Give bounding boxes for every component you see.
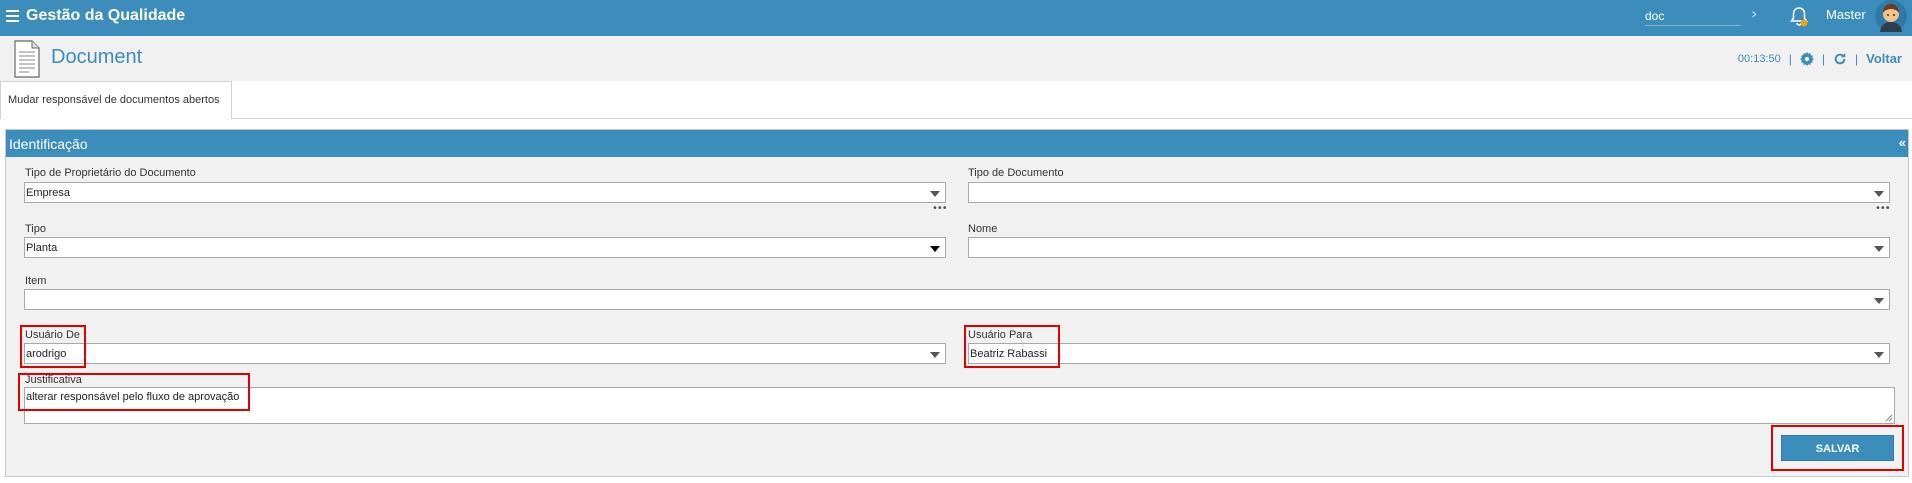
tab-bar: Mudar responsável de documentos abertos xyxy=(0,81,1912,119)
user-from-select[interactable]: arodrigo xyxy=(24,343,946,364)
highlight-box xyxy=(964,325,1060,368)
owner-type-label: Tipo de Proprietário do Documento xyxy=(25,167,196,179)
page-toolbar: 00:13:50 | | | Voltar xyxy=(1738,51,1902,66)
highlight-box xyxy=(18,373,250,411)
document-icon xyxy=(14,40,40,78)
refresh-icon[interactable] xyxy=(1833,52,1847,66)
back-link[interactable]: Voltar xyxy=(1866,51,1902,66)
gear-icon[interactable] xyxy=(1799,51,1814,66)
chevron-right-icon[interactable]: › xyxy=(1751,4,1757,23)
search-input[interactable] xyxy=(1645,6,1741,25)
app-title: Gestão da Qualidade xyxy=(26,7,186,24)
user-name[interactable]: Master xyxy=(1826,7,1866,22)
highlight-box xyxy=(1771,425,1904,471)
chevron-down-icon xyxy=(930,246,940,252)
avatar[interactable] xyxy=(1875,0,1907,32)
collapse-icon[interactable]: « xyxy=(1899,135,1906,150)
user-to-select[interactable]: Beatriz Rabassi xyxy=(968,343,1890,364)
divider: | xyxy=(1788,51,1792,66)
more-icon[interactable]: ••• xyxy=(1875,203,1891,214)
divider: | xyxy=(1854,51,1859,66)
tipo-label: Tipo xyxy=(25,223,46,235)
chevron-down-icon xyxy=(1874,298,1884,304)
nome-label: Nome xyxy=(968,223,998,235)
item-label: Item xyxy=(25,275,47,287)
highlight-box xyxy=(20,325,86,368)
search-box[interactable] xyxy=(1645,6,1741,26)
tab-change-responsible[interactable]: Mudar responsável de documentos abertos xyxy=(0,81,232,119)
owner-type-select[interactable]: Empresa xyxy=(24,182,946,203)
nome-select[interactable] xyxy=(968,237,1890,258)
owner-type-value: Empresa xyxy=(26,187,71,199)
panel-header: Identificação « xyxy=(6,130,1908,157)
tipo-select[interactable]: Planta xyxy=(24,237,946,258)
chevron-down-icon xyxy=(930,191,940,197)
page-title: Document xyxy=(51,46,143,68)
justification-textarea[interactable]: alterar responsável pelo fluxo de aprova… xyxy=(24,387,1895,424)
doc-type-label: Tipo de Documento xyxy=(968,167,1064,179)
resize-handle-icon[interactable] xyxy=(1885,414,1893,422)
top-bar: Gestão da Qualidade › Master xyxy=(0,0,1912,36)
bell-icon[interactable] xyxy=(1789,5,1809,29)
chevron-down-icon xyxy=(1874,191,1884,197)
chevron-down-icon xyxy=(1874,352,1884,358)
doc-type-select[interactable] xyxy=(968,182,1890,203)
session-timer: 00:13:50 xyxy=(1737,52,1781,65)
item-select[interactable] xyxy=(24,289,1890,310)
more-icon[interactable]: ••• xyxy=(932,203,948,214)
page-header: Document 00:13:50 | | | Voltar xyxy=(0,36,1912,81)
panel-title: Identificação xyxy=(9,136,88,152)
divider: | xyxy=(1821,51,1825,66)
menu-icon[interactable] xyxy=(6,10,19,22)
tipo-value: Planta xyxy=(26,242,58,254)
chevron-down-icon xyxy=(930,352,940,358)
chevron-down-icon xyxy=(1874,246,1884,252)
